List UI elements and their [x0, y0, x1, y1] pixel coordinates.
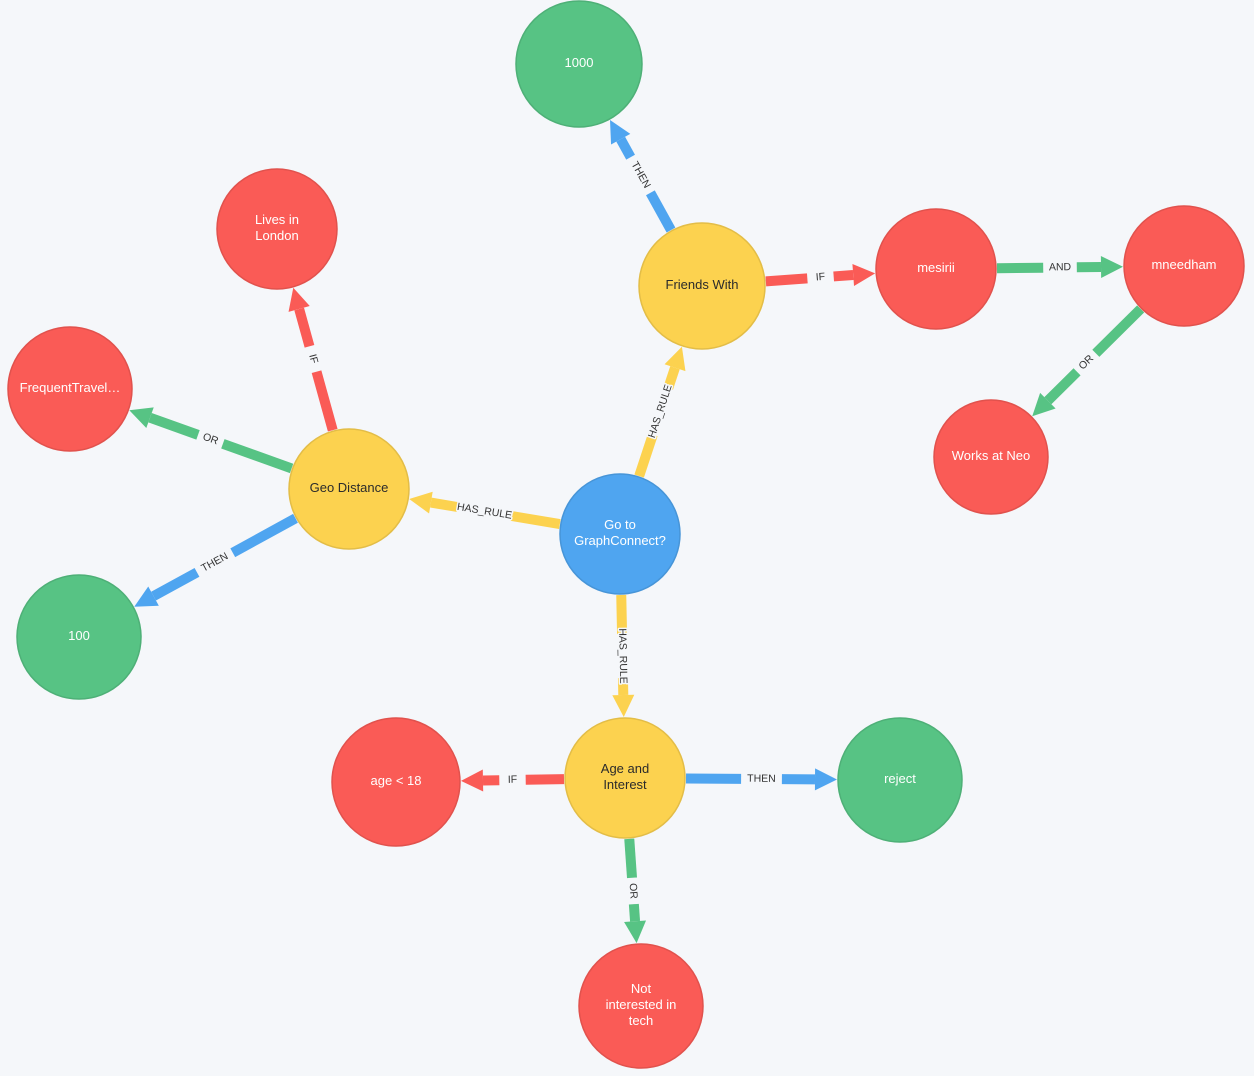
relationship-label: OR — [627, 883, 640, 900]
relationship-shaft — [221, 439, 294, 474]
graph-node-ageint[interactable]: Age and Interest — [564, 717, 686, 839]
relationship-shaft — [1044, 368, 1081, 405]
relationship-label: THEN — [629, 159, 653, 190]
node-circle[interactable] — [564, 717, 686, 839]
node-circle[interactable] — [837, 717, 963, 843]
node-circle[interactable] — [7, 326, 133, 452]
relationship-arrowhead — [814, 768, 838, 791]
node-circle[interactable] — [578, 943, 704, 1069]
relationship-shaft — [833, 270, 854, 282]
node-circle[interactable] — [288, 428, 410, 550]
relationship-label: OR — [201, 431, 220, 448]
relationship-label: HAS_RULE — [616, 628, 629, 684]
relationship-or[interactable]: OR — [129, 407, 294, 474]
relationship-shaft — [646, 190, 676, 233]
graph-node-n100[interactable]: 100 — [16, 574, 142, 700]
relationship-shaft — [628, 903, 641, 922]
relationship-arrowhead — [664, 346, 686, 372]
graph-visualization[interactable]: THEN IF AND OR HAS_RULE HAS_RULE HAS_RULE IF OR T… — [0, 0, 1254, 1076]
relationship-if[interactable]: IF — [288, 287, 338, 432]
relationship-label: THEN — [199, 550, 230, 574]
relationship-label: AND — [1049, 261, 1072, 273]
relationship-has_rule[interactable]: HAS_RULE — [612, 594, 635, 718]
graph-node-age18[interactable]: age < 18 — [331, 717, 461, 847]
relationship-shaft — [1092, 305, 1145, 357]
relationship-shaft — [148, 412, 200, 440]
relationship-arrowhead — [460, 769, 484, 792]
relationship-label: HAS_RULE — [456, 501, 513, 522]
graph-node-freqtrav[interactable]: FrequentTravel… — [7, 326, 133, 452]
relationship-shaft — [996, 262, 1044, 274]
graph-node-mneedham[interactable]: mneedham — [1123, 205, 1245, 327]
relationship-arrowhead — [288, 287, 310, 312]
relationship-shaft — [430, 497, 459, 512]
relationship-and[interactable]: AND — [996, 256, 1124, 279]
relationship-shaft — [634, 433, 658, 478]
relationship-shaft — [230, 513, 298, 558]
graph-node-n1000[interactable]: 1000 — [515, 0, 643, 128]
relationship-arrowhead — [1100, 256, 1124, 279]
relationship-has_rule[interactable]: HAS_RULE — [409, 491, 561, 529]
relationship-arrowhead — [409, 491, 433, 514]
graph-node-worksneo[interactable]: Works at Neo — [933, 399, 1049, 515]
relationship-has_rule[interactable]: HAS_RULE — [634, 346, 686, 478]
relationship-arrowhead — [624, 920, 647, 944]
relationship-if[interactable]: IF — [765, 264, 876, 287]
node-circle[interactable] — [875, 208, 997, 330]
relationship-shaft — [151, 567, 200, 601]
relationship-shaft — [294, 307, 315, 348]
node-layer: 1000 Lives in London Friends With mesirii mne… — [7, 0, 1245, 1069]
graph-node-geodist[interactable]: Geo Distance — [288, 428, 410, 550]
node-circle[interactable] — [16, 574, 142, 700]
relationship-shaft — [311, 370, 338, 432]
relationship-shaft — [624, 838, 637, 879]
relationship-shaft — [525, 774, 565, 785]
relationship-arrowhead — [852, 264, 876, 286]
relationship-arrowhead — [612, 694, 635, 718]
graph-node-goto[interactable]: Go to GraphConnect? — [559, 473, 681, 595]
node-circle[interactable] — [638, 222, 766, 350]
relationship-or[interactable]: OR — [1032, 305, 1145, 417]
relationship-label: THEN — [747, 773, 776, 785]
relationship-shaft — [765, 273, 808, 287]
relationship-label: OR — [1076, 352, 1096, 372]
relationship-label: IF — [306, 353, 320, 365]
relationship-label: HAS_RULE — [646, 383, 675, 439]
relationship-or[interactable]: OR — [624, 838, 647, 944]
node-circle[interactable] — [933, 399, 1049, 515]
relationship-shaft — [510, 511, 561, 529]
relationship-label: IF — [815, 271, 825, 284]
graph-node-friends[interactable]: Friends With — [638, 222, 766, 350]
relationship-label: IF — [508, 774, 518, 786]
node-circle[interactable] — [331, 717, 461, 847]
graph-canvas[interactable]: THEN IF AND OR HAS_RULE HAS_RULE HAS_RULE IF OR T… — [0, 0, 1254, 1076]
relationship-shaft — [663, 366, 680, 390]
relationship-then[interactable]: THEN — [134, 513, 298, 607]
relationship-then[interactable]: THEN — [685, 768, 838, 791]
graph-node-mesirii[interactable]: mesirii — [875, 208, 997, 330]
graph-node-nointerest[interactable]: Not interested in tech — [578, 943, 704, 1069]
relationship-if[interactable]: IF — [460, 769, 565, 792]
node-circle[interactable] — [515, 0, 643, 128]
node-circle[interactable] — [216, 168, 338, 290]
relationship-then[interactable]: THEN — [610, 119, 676, 233]
graph-node-lives[interactable]: Lives in London — [216, 168, 338, 290]
relationship-shaft — [616, 136, 635, 160]
graph-node-reject[interactable]: reject — [837, 717, 963, 843]
node-circle[interactable] — [559, 473, 681, 595]
node-circle[interactable] — [1123, 205, 1245, 327]
